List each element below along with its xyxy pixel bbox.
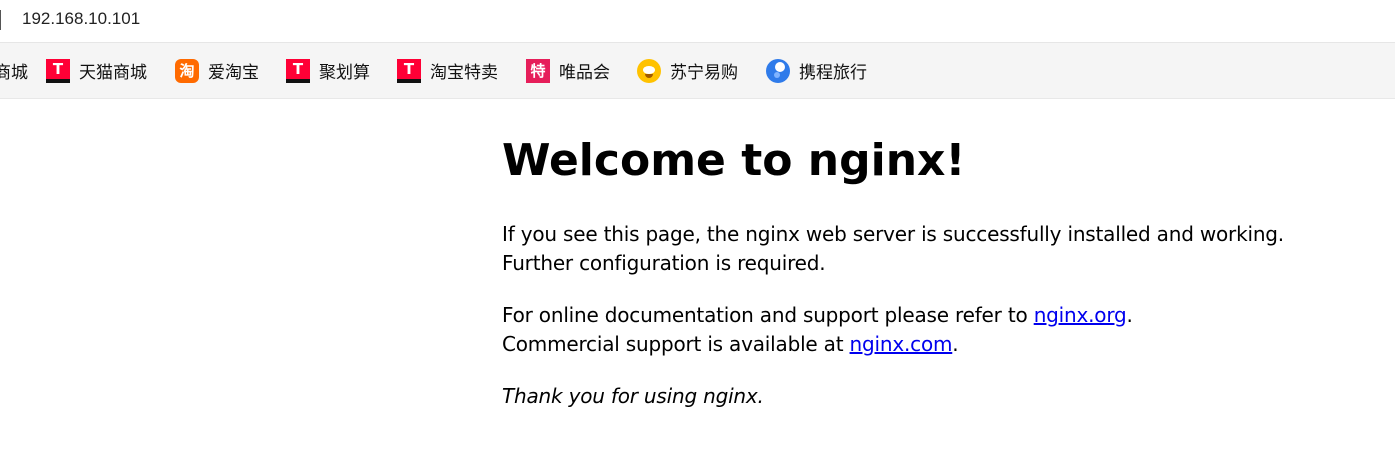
bookmark-label: 商城 [0, 63, 28, 83]
suning-icon [637, 58, 661, 83]
url-text[interactable]: 192.168.10.101 [22, 9, 140, 29]
taobao-icon: 淘 [175, 58, 199, 83]
support-paragraph: For online documentation and support ple… [502, 301, 1302, 359]
bookmarks-bar: 商城 T 天猫商城 淘 爱淘宝 T 聚划算 T 淘宝特卖 特 唯品会 苏宁易购 … [0, 43, 1395, 99]
page-title: Welcome to nginx! [502, 135, 966, 186]
commercial-text: Commercial support is available at [502, 332, 850, 356]
bookmark-label: 淘宝特卖 [430, 63, 498, 83]
nginx-org-link[interactable]: nginx.org [1034, 303, 1127, 327]
juhuasuan-icon: T [286, 58, 310, 83]
ctrip-icon [766, 58, 790, 83]
vipshop-icon: 特 [526, 58, 550, 83]
page-content: Welcome to nginx! If you see this page, … [502, 99, 1302, 411]
support-text-period: . [1126, 303, 1133, 327]
bookmark-label: 唯品会 [559, 63, 610, 83]
bookmark-ctrip[interactable]: 携程旅行 [766, 43, 867, 98]
taobao-temai-icon: T [397, 58, 421, 83]
bookmark-label: 天猫商城 [79, 63, 147, 83]
support-text: For online documentation and support ple… [502, 303, 1034, 327]
commercial-text-period: . [952, 332, 959, 356]
bookmark-tmall[interactable]: T 天猫商城 [46, 43, 147, 98]
address-caret [0, 10, 1, 30]
bookmark-aitaobao[interactable]: 淘 爱淘宝 [175, 43, 259, 98]
bookmark-label: 携程旅行 [799, 63, 867, 83]
bookmark-suning[interactable]: 苏宁易购 [637, 43, 738, 98]
bookmark-label: 聚划算 [319, 63, 370, 83]
thanks-paragraph: Thank you for using nginx. [502, 384, 764, 408]
address-bar[interactable]: 192.168.10.101 [0, 0, 1395, 43]
bookmark-label: 苏宁易购 [670, 63, 738, 83]
bookmark-taobao-temai[interactable]: T 淘宝特卖 [397, 43, 498, 98]
bookmark-juhuasuan[interactable]: T 聚划算 [286, 43, 370, 98]
bookmark-vipshop[interactable]: 特 唯品会 [526, 43, 610, 98]
bookmark-shangcheng[interactable]: 商城 [0, 43, 28, 98]
tmall-icon: T [46, 58, 70, 83]
nginx-com-link[interactable]: nginx.com [850, 332, 953, 356]
bookmark-label: 爱淘宝 [208, 63, 259, 83]
intro-paragraph: If you see this page, the nginx web serv… [502, 222, 1284, 275]
